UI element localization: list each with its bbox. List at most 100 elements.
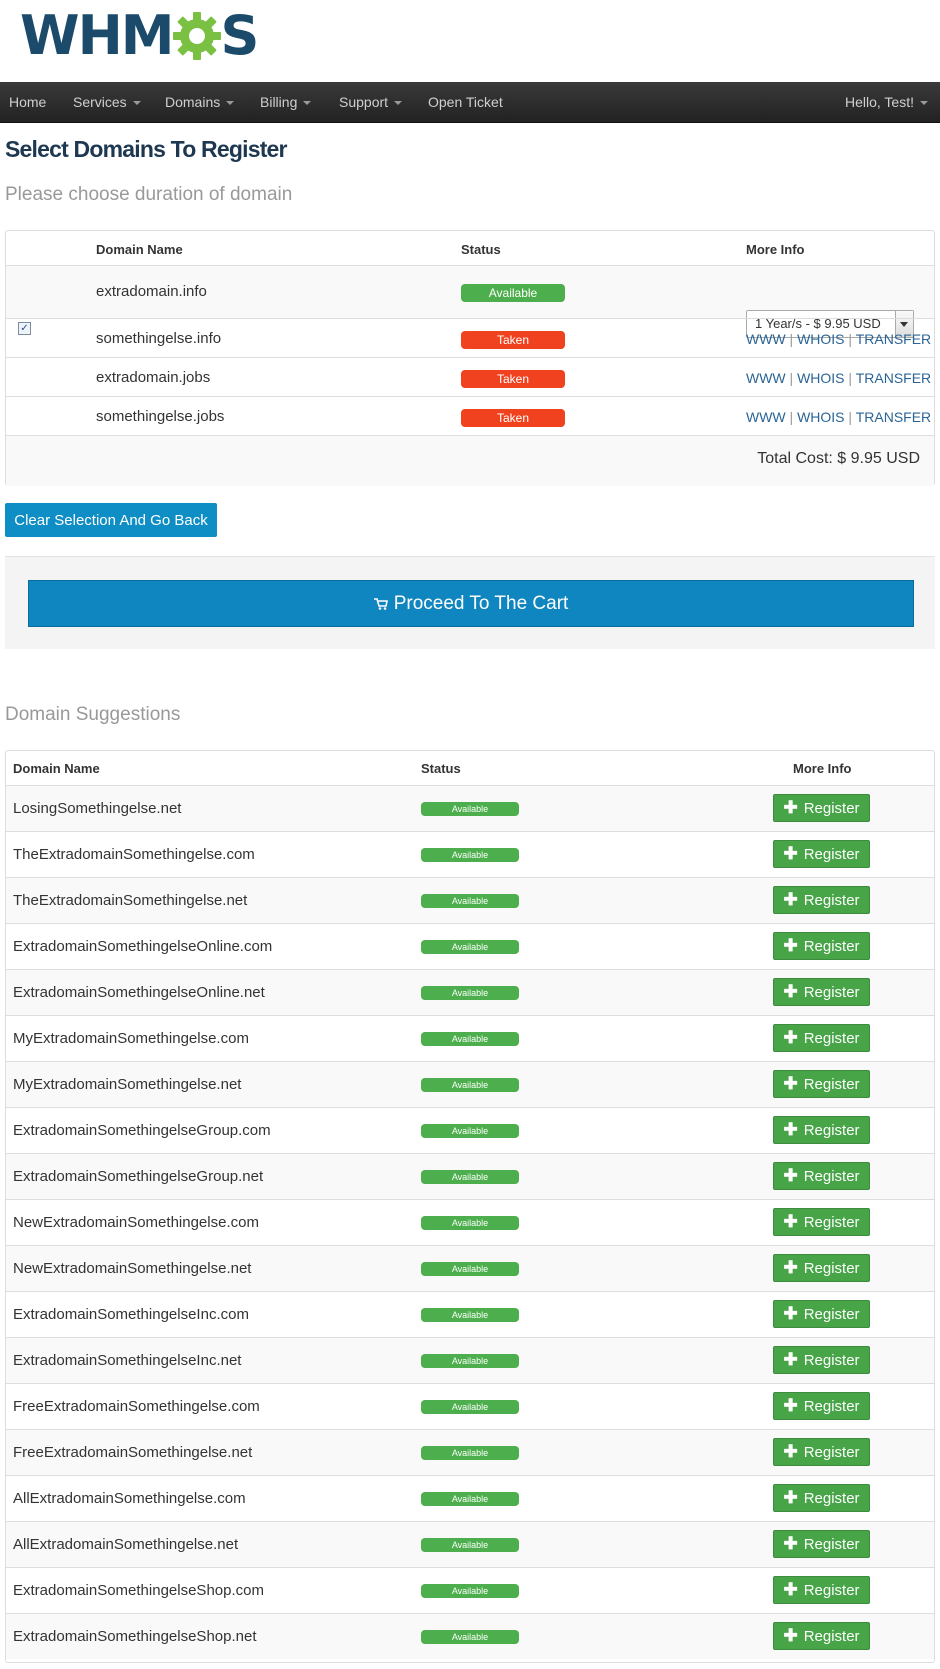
www-link[interactable]: WWW <box>746 409 786 425</box>
register-label: Register <box>803 1581 860 1599</box>
table-row: NewExtradomainSomethingelse.net Available… <box>6 1245 934 1291</box>
register-label: Register <box>803 799 860 817</box>
register-button[interactable]: ✚ Register <box>773 840 870 868</box>
register-button[interactable]: ✚ Register <box>773 978 870 1006</box>
suggested-domain-name: FreeExtradomainSomethingelse.net <box>13 1444 253 1461</box>
proceed-well: Proceed To The Cart <box>5 556 935 649</box>
status-badge: Available <box>421 802 519 816</box>
table-row: ✓ extradomain.info Available 1 Year/s - … <box>6 265 934 338</box>
link-separator: | <box>848 370 853 386</box>
nav-services-label: Services <box>73 94 127 110</box>
whois-link[interactable]: WHOIS <box>797 409 844 425</box>
nav-open-ticket[interactable]: Open Ticket <box>428 82 503 122</box>
table-row: ExtradomainSomethingelseOnline.com Availa… <box>6 923 934 969</box>
nav-support-label: Support <box>339 94 389 110</box>
proceed-to-cart-button[interactable]: Proceed To The Cart <box>28 580 914 627</box>
register-label: Register <box>803 1213 860 1231</box>
register-button[interactable]: ✚ Register <box>773 1346 870 1374</box>
register-label: Register <box>803 1535 860 1553</box>
table-row: ExtradomainSomethingelseGroup.com Availab… <box>6 1107 934 1153</box>
status-badge: Available <box>421 1492 519 1506</box>
register-button[interactable]: ✚ Register <box>773 1070 870 1098</box>
status-badge: Available <box>421 1170 519 1184</box>
table-row: ExtradomainSomethingelseInc.net Available… <box>6 1337 934 1383</box>
plus-icon: ✚ <box>783 1258 798 1277</box>
status-badge: Available <box>421 1538 519 1552</box>
transfer-link[interactable]: TRANSFER <box>856 409 931 425</box>
register-button[interactable]: ✚ Register <box>773 1438 870 1466</box>
register-label: Register <box>803 1167 860 1185</box>
www-link[interactable]: WWW <box>746 331 786 347</box>
nav-home[interactable]: Home <box>9 82 46 122</box>
domain-name: extradomain.info <box>96 283 207 300</box>
register-label: Register <box>803 1029 860 1047</box>
register-label: Register <box>803 891 860 909</box>
nav-billing-label: Billing <box>260 94 298 110</box>
link-separator: | <box>789 409 794 425</box>
register-button[interactable]: ✚ Register <box>773 1530 870 1558</box>
www-link[interactable]: WWW <box>746 370 786 386</box>
transfer-link[interactable]: TRANSFER <box>856 331 931 347</box>
status-badge: Available <box>421 1124 519 1138</box>
suggested-domain-name: ExtradomainSomethingelseOnline.net <box>13 984 265 1001</box>
register-button[interactable]: ✚ Register <box>773 1024 870 1052</box>
clear-selection-button[interactable]: Clear Selection And Go Back <box>5 503 217 537</box>
register-button[interactable]: ✚ Register <box>773 1116 870 1144</box>
register-button[interactable]: ✚ Register <box>773 1484 870 1512</box>
nav-domains[interactable]: Domains <box>165 82 235 122</box>
proceed-label: Proceed To The Cart <box>393 592 569 614</box>
register-button[interactable]: ✚ Register <box>773 1622 870 1650</box>
register-label: Register <box>803 1075 860 1093</box>
table-row: TheExtradomainSomethingelse.net Available… <box>6 877 934 923</box>
status-badge: Taken <box>461 409 565 427</box>
plus-icon: ✚ <box>783 1304 798 1323</box>
register-button[interactable]: ✚ Register <box>773 1392 870 1420</box>
table-row: ExtradomainSomethingelseShop.com Availabl… <box>6 1567 934 1613</box>
nav-support[interactable]: Support <box>339 82 403 122</box>
status-badge: Available <box>421 1308 519 1322</box>
whois-link[interactable]: WHOIS <box>797 370 844 386</box>
col-header-more-info: More Info <box>793 761 852 776</box>
plus-icon: ✚ <box>783 1626 798 1645</box>
plus-icon: ✚ <box>783 1120 798 1139</box>
register-button[interactable]: ✚ Register <box>773 1162 870 1190</box>
register-button[interactable]: ✚ Register <box>773 794 870 822</box>
nav-user-menu[interactable]: Hello, Test! <box>845 82 928 122</box>
transfer-link[interactable]: TRANSFER <box>856 370 931 386</box>
col-header-domain-name: Domain Name <box>13 761 100 776</box>
domain-name: somethingelse.jobs <box>96 408 225 425</box>
status-badge: Available <box>421 1446 519 1460</box>
table-row: AllExtradomainSomethingelse.com Available… <box>6 1475 934 1521</box>
whmcs-logo[interactable]: WHM S <box>20 8 259 64</box>
table-row: MyExtradomainSomethingelse.net Available ✚… <box>6 1061 934 1107</box>
register-label: Register <box>803 1121 860 1139</box>
table-row: ExtradomainSomethingelseGroup.net Availab… <box>6 1153 934 1199</box>
suggested-domain-name: TheExtradomainSomethingelse.com <box>13 846 255 863</box>
link-separator: | <box>789 370 794 386</box>
register-label: Register <box>803 983 860 1001</box>
plus-icon: ✚ <box>783 936 798 955</box>
status-badge: Available <box>421 1400 519 1414</box>
register-button[interactable]: ✚ Register <box>773 1576 870 1604</box>
plus-icon: ✚ <box>783 798 798 817</box>
col-header-status: Status <box>421 761 461 776</box>
register-button[interactable]: ✚ Register <box>773 886 870 914</box>
domain-links: WWW | WHOIS | TRANSFER <box>746 409 931 425</box>
status-badge: Available <box>461 284 565 302</box>
register-button[interactable]: ✚ Register <box>773 932 870 960</box>
register-button[interactable]: ✚ Register <box>773 1300 870 1328</box>
domain-suggestions-table: Domain Name Status More Info LosingSomet… <box>5 750 935 1663</box>
register-button[interactable]: ✚ Register <box>773 1208 870 1236</box>
status-badge: Available <box>421 940 519 954</box>
whois-link[interactable]: WHOIS <box>797 331 844 347</box>
suggested-domain-name: LosingSomethingelse.net <box>13 800 182 817</box>
table-row: LosingSomethingelse.net Available ✚ Registe… <box>6 785 934 831</box>
plus-icon: ✚ <box>783 1166 798 1185</box>
plus-icon: ✚ <box>783 1442 798 1461</box>
link-separator: | <box>789 331 794 347</box>
nav-billing[interactable]: Billing <box>260 82 312 122</box>
table-row: NewExtradomainSomethingelse.com Available… <box>6 1199 934 1245</box>
nav-services[interactable]: Services <box>73 82 141 122</box>
register-button[interactable]: ✚ Register <box>773 1254 870 1282</box>
caret-down-icon <box>394 101 403 106</box>
